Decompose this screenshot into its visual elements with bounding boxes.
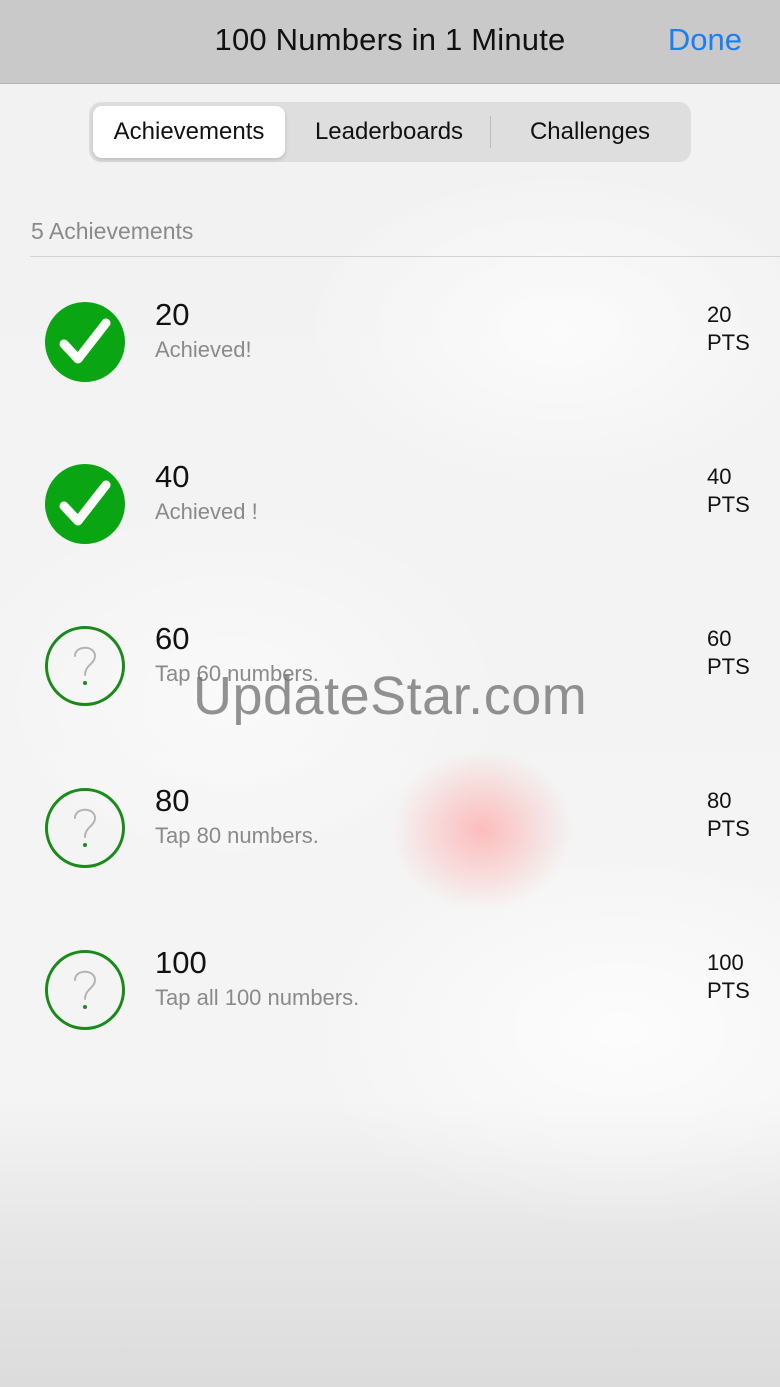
tab-achievements[interactable]: Achievements (93, 106, 285, 158)
achievement-subtitle: Tap 80 numbers. (155, 823, 319, 848)
points-value: 80 (707, 788, 732, 813)
achievement-title: 100 (155, 945, 207, 980)
achievement-row-80[interactable]: 80 Tap 80 numbers. 80 PTS (0, 783, 780, 907)
points-unit: PTS (707, 978, 750, 1003)
question-mark-icon (45, 626, 125, 706)
points-value: 40 (707, 464, 732, 489)
points-unit: PTS (707, 492, 750, 517)
achievement-title: 40 (155, 459, 190, 494)
tab-challenges[interactable]: Challenges (493, 106, 687, 158)
achievement-row-20[interactable]: 20 Achieved! 20 PTS (0, 297, 780, 421)
points-value: 20 (707, 302, 732, 327)
achievement-subtitle: Tap all 100 numbers. (155, 985, 360, 1010)
achievement-row-100[interactable]: 100 Tap all 100 numbers. 100 PTS (0, 945, 780, 1069)
points-value: 60 (707, 626, 732, 651)
section-divider (30, 256, 780, 257)
achievement-points: 20 PTS (707, 301, 750, 357)
achievement-subtitle: Achieved ! (155, 499, 258, 524)
question-mark-icon (45, 950, 125, 1030)
achievement-points: 60 PTS (707, 625, 750, 681)
achievement-title: 80 (155, 783, 190, 818)
points-unit: PTS (707, 654, 750, 679)
achievement-row-40[interactable]: 40 Achieved ! 40 PTS (0, 459, 780, 583)
done-button[interactable]: Done (668, 22, 742, 58)
checkmark-icon (45, 464, 125, 544)
points-unit: PTS (707, 816, 750, 841)
achievement-points: 100 PTS (707, 949, 750, 1005)
achievement-title: 20 (155, 297, 190, 332)
checkmark-icon (45, 302, 125, 382)
achievement-title: 60 (155, 621, 190, 656)
achievement-row-60[interactable]: 60 Tap 60 numbers. 60 PTS (0, 621, 780, 745)
achievement-points: 40 PTS (707, 463, 750, 519)
navigation-bar: 100 Numbers in 1 Minute Done (0, 0, 780, 84)
achievement-subtitle: Tap 60 numbers. (155, 661, 319, 686)
tab-leaderboards[interactable]: Leaderboards (289, 106, 489, 158)
segmented-control: Achievements Leaderboards Challenges (89, 102, 691, 162)
achievement-subtitle: Achieved! (155, 337, 252, 362)
points-value: 100 (707, 950, 744, 975)
points-unit: PTS (707, 330, 750, 355)
question-mark-icon (45, 788, 125, 868)
nav-title: 100 Numbers in 1 Minute (214, 22, 566, 57)
section-header: 5 Achievements (31, 218, 194, 244)
segment-divider (490, 116, 491, 148)
achievement-points: 80 PTS (707, 787, 750, 843)
